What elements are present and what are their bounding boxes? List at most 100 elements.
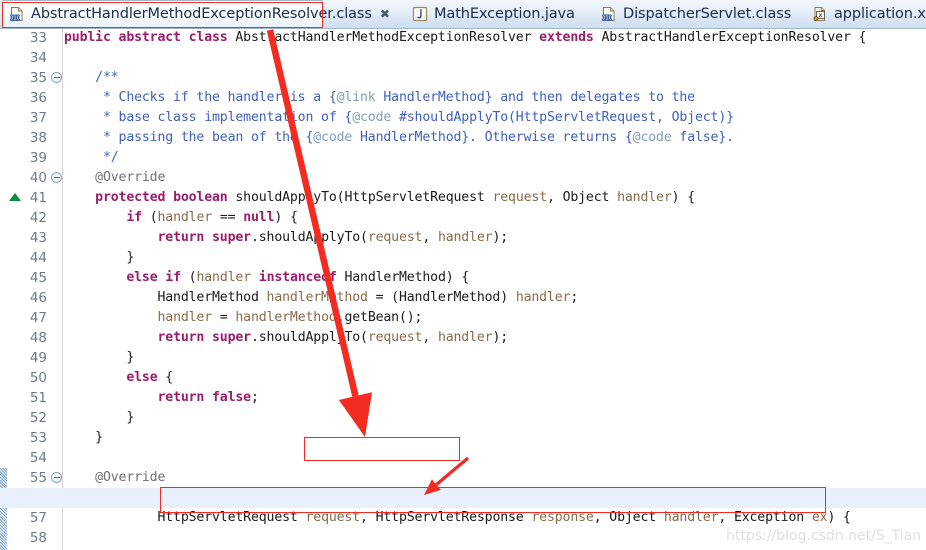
code-token: return super: [157, 230, 251, 245]
code-token: request: [367, 230, 423, 245]
line-number: 42: [29, 210, 47, 226]
code-token: AbstractHandlerExceptionResolver {: [601, 30, 867, 45]
code-token: ;: [570, 290, 579, 305]
editor-tab-2[interactable]: 010 DispatcherServlet.class: [595, 0, 795, 28]
code-line[interactable]: * passing the bean of the {@code Handler…: [64, 128, 734, 148]
code-line[interactable]: return super.shouldApplyTo(request, hand…: [64, 228, 508, 248]
code-token: else if: [126, 270, 181, 285]
code-line[interactable]: }: [64, 428, 103, 448]
code-line[interactable]: @Override: [64, 468, 165, 488]
line-number: 55: [29, 470, 47, 486]
code-line[interactable]: /**: [64, 68, 119, 88]
change-marker-bar: [0, 468, 7, 550]
code-token: return false: [157, 390, 251, 405]
code-line[interactable]: else {: [64, 368, 173, 388]
code-token: * Checks if the handler is a {: [64, 90, 337, 105]
code-editor[interactable]: 33 34 35 36 37 38 39 40 41 42 43 44 45 46 47 48 49 50 51 52…: [0, 29, 926, 550]
code-token: request: [367, 330, 423, 345]
line-number: 40: [29, 170, 47, 186]
code-text-area[interactable]: public abstract class AbstractHandlerMet…: [64, 29, 926, 550]
code-token: , Object: [593, 510, 664, 525]
editor-tab-0[interactable]: 010 AbstractHandlerMethodExceptionResolve…: [2, 0, 390, 28]
watermark-text: https://blog.csdn.net/S_Tian: [726, 528, 922, 544]
svg-text:010: 010: [602, 16, 613, 22]
svg-text:x: x: [819, 11, 823, 19]
code-token: handler: [196, 270, 259, 285]
fold-collapse-icon[interactable]: [51, 172, 62, 183]
code-token: (: [180, 270, 197, 285]
code-line[interactable]: HandlerMethod handlerMethod = (HandlerMe…: [64, 288, 578, 308]
code-token: else: [126, 370, 158, 385]
editor-tab-label: AbstractHandlerMethodExceptionResolver.c…: [31, 6, 372, 22]
code-token: * base class implementation of {: [64, 110, 353, 125]
code-line[interactable]: else if (handler instanceof HandlerMetho…: [64, 268, 469, 288]
code-line[interactable]: public abstract class AbstractHandlerMet…: [64, 29, 867, 48]
line-number: 46: [29, 290, 47, 306]
code-token: shouldApplyTo(HttpServletRequest: [235, 190, 493, 205]
line-number: 54: [29, 450, 47, 466]
code-token: HandlerMethod} and then delegates to the: [375, 90, 695, 105]
code-token: handler: [157, 310, 213, 325]
editor-tab-1[interactable]: MathException.java: [406, 0, 581, 28]
code-token: handler: [157, 210, 213, 225]
eclipse-editor-window: 010 AbstractHandlerMethodExceptionResolve…: [0, 0, 926, 550]
code-token: }: [64, 410, 135, 425]
line-number: 47: [29, 310, 47, 326]
code-token: , Object: [546, 190, 618, 205]
code-token: .shouldApplyTo(: [250, 230, 368, 245]
line-number: 52: [29, 410, 47, 426]
code-token: =: [212, 310, 236, 325]
line-number: 34: [29, 50, 47, 66]
code-token: = (HandlerMethod): [367, 290, 516, 305]
code-token: null: [243, 210, 275, 225]
code-line[interactable]: * base class implementation of {@code #s…: [64, 108, 734, 128]
code-line[interactable]: protected boolean shouldApplyTo(HttpServ…: [64, 188, 695, 208]
line-number-gutter[interactable]: 33 34 35 36 37 38 39 40 41 42 43 44 45 46 47 48 49 50 51 52…: [7, 29, 63, 550]
code-token: false}.: [671, 130, 734, 145]
code-token: ex: [811, 510, 828, 525]
code-token: ,: [422, 230, 438, 245]
line-number: 35: [29, 70, 47, 86]
code-line[interactable]: * Checks if the handler is a {@link Hand…: [64, 88, 695, 108]
class-file-icon: 010: [601, 6, 617, 22]
code-line[interactable]: return super.shouldApplyTo(request, hand…: [64, 328, 508, 348]
code-line[interactable]: }: [64, 348, 134, 368]
code-line[interactable]: return false;: [64, 388, 258, 408]
line-number: 45: [29, 270, 47, 286]
code-token: handler: [515, 290, 571, 305]
code-token: handler: [437, 330, 493, 345]
code-token: {: [157, 370, 174, 385]
code-token: request: [492, 190, 547, 205]
editor-tab-3[interactable]: x application.x: [806, 0, 926, 28]
fold-collapse-icon[interactable]: [51, 472, 62, 483]
code-line[interactable]: @Override: [64, 168, 165, 188]
code-line[interactable]: HttpServletRequest request, HttpServletR…: [64, 508, 850, 528]
code-token: ,: [422, 330, 438, 345]
code-token: @Override: [64, 170, 166, 185]
code-line[interactable]: }: [64, 408, 134, 428]
editor-tab-label: application.x: [834, 6, 926, 22]
code-line[interactable]: handler = handlerMethod.getBean();: [64, 308, 422, 328]
code-token: }: [64, 250, 135, 265]
code-token: #shouldApplyTo(HttpServletRequest, Objec…: [391, 110, 734, 125]
code-token: response: [531, 510, 594, 525]
fold-collapse-icon[interactable]: [51, 72, 62, 83]
code-token: }: [64, 430, 103, 445]
change-marker-strip: [0, 29, 7, 550]
close-icon[interactable]: ✖: [380, 8, 390, 20]
code-token: */: [64, 150, 119, 165]
code-line[interactable]: if (handler == null) {: [64, 208, 298, 228]
code-token: ==: [212, 210, 244, 225]
code-line[interactable]: }: [64, 248, 134, 268]
code-line[interactable]: */: [64, 148, 119, 168]
code-token: @code: [352, 110, 392, 125]
current-line-highlight: [0, 488, 926, 508]
code-token: @Override: [64, 470, 166, 485]
line-number: 48: [29, 330, 47, 346]
line-number: 50: [29, 370, 47, 386]
